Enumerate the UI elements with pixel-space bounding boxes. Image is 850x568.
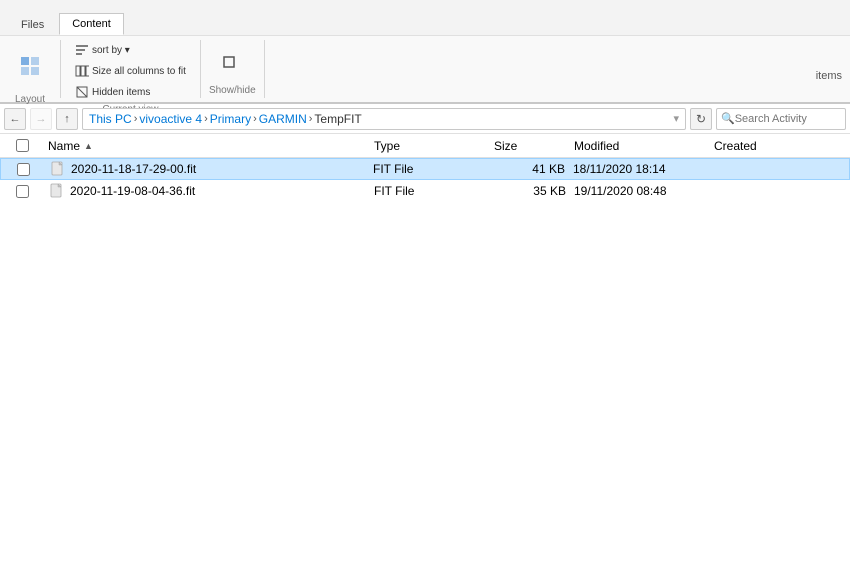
sort-by-button[interactable]: sort by ▾ — [69, 40, 192, 60]
checkbox-icon — [222, 55, 236, 69]
back-button[interactable]: ← — [4, 108, 26, 130]
tab-files[interactable]: Files — [8, 14, 57, 35]
forward-button[interactable]: → — [30, 108, 52, 130]
file-icon — [49, 161, 67, 177]
show-hide-buttons — [216, 40, 248, 83]
table-row[interactable]: 2020-11-18-17-29-00.fit FIT File 41 KB 1… — [0, 158, 850, 180]
row2-name-cell: 2020-11-19-08-04-36.fit — [44, 183, 370, 199]
items-count: items — [816, 70, 842, 82]
breadcrumb-primary[interactable]: Primary — [210, 112, 251, 126]
col-header-created[interactable]: Created — [710, 134, 850, 157]
row2-checkbox[interactable] — [16, 185, 29, 198]
column-headers: Name ▲ Type Size Modified Created — [0, 134, 850, 158]
col-header-name[interactable]: Name ▲ — [44, 134, 370, 157]
ribbon-section-layout: Layout — [0, 40, 61, 98]
ribbon-tabs: Files Content — [0, 0, 850, 36]
col-header-type[interactable]: Type — [370, 134, 490, 157]
file-list: 2020-11-18-17-29-00.fit FIT File 41 KB 1… — [0, 158, 850, 568]
row2-size: 35 KB — [490, 184, 570, 198]
row1-size: 41 KB — [489, 162, 569, 176]
ribbon-section-show-hide: Show/hide — [201, 40, 265, 98]
table-row[interactable]: 2020-11-19-08-04-36.fit FIT File 35 KB 1… — [0, 180, 850, 202]
breadcrumb: This PC › vivoactive 4 › Primary › GARMI… — [82, 108, 686, 130]
hidden-items-button[interactable]: Hidden items — [69, 82, 192, 102]
ribbon-bar: Layout sort by ▾ — [0, 36, 850, 104]
layout-button[interactable] — [8, 40, 52, 92]
row1-modified: 18/11/2020 18:14 — [569, 162, 709, 176]
col-header-size[interactable]: Size — [490, 134, 570, 157]
col-header-modified[interactable]: Modified — [570, 134, 710, 157]
breadcrumb-dropdown-button[interactable]: ▾ — [673, 112, 679, 125]
size-all-columns-button[interactable]: Size all columns to fit — [69, 61, 192, 81]
current-view-buttons: sort by ▾ Size all columns to fit H — [69, 40, 192, 102]
row1-check-col — [1, 163, 45, 176]
current-view-col: sort by ▾ Size all columns to fit H — [69, 40, 192, 102]
layout-buttons — [8, 40, 52, 92]
select-all-checkbox[interactable] — [16, 139, 29, 152]
header-checkbox-col — [0, 139, 44, 152]
row2-check-col — [0, 185, 44, 198]
file-icon — [48, 183, 66, 199]
breadcrumb-garmin[interactable]: GARMIN — [259, 112, 307, 126]
columns-icon — [75, 64, 89, 78]
search-input[interactable] — [735, 113, 841, 125]
hidden-items-icon — [75, 85, 89, 99]
row2-modified: 19/11/2020 08:48 — [570, 184, 710, 198]
tab-content[interactable]: Content — [59, 13, 124, 35]
sort-icon — [75, 43, 89, 57]
show-hide-btn1[interactable] — [216, 52, 248, 72]
up-button[interactable]: ↑ — [56, 108, 78, 130]
breadcrumb-tempfit: TempFIT — [314, 112, 361, 126]
search-box[interactable]: 🔍 — [716, 108, 846, 130]
main-content: Name ▲ Type Size Modified Created — [0, 134, 850, 568]
refresh-button[interactable]: ↻ — [690, 108, 712, 130]
layout-icon — [20, 56, 40, 76]
row1-name-cell: 2020-11-18-17-29-00.fit — [45, 161, 369, 177]
row1-checkbox[interactable] — [17, 163, 30, 176]
row1-type: FIT File — [369, 162, 489, 176]
address-bar: ← → ↑ This PC › vivoactive 4 › Primary ›… — [0, 104, 850, 134]
search-icon: 🔍 — [721, 112, 735, 125]
row2-type: FIT File — [370, 184, 490, 198]
breadcrumb-this-pc[interactable]: This PC — [89, 112, 132, 126]
breadcrumb-vivoactive4[interactable]: vivoactive 4 — [139, 112, 202, 126]
layout-section-label: Layout — [15, 94, 45, 105]
ribbon-section-current-view: sort by ▾ Size all columns to fit H — [61, 40, 201, 98]
show-hide-section-label: Show/hide — [209, 85, 256, 96]
name-sort-arrow: ▲ — [84, 141, 93, 151]
show-hide-col — [216, 52, 248, 72]
